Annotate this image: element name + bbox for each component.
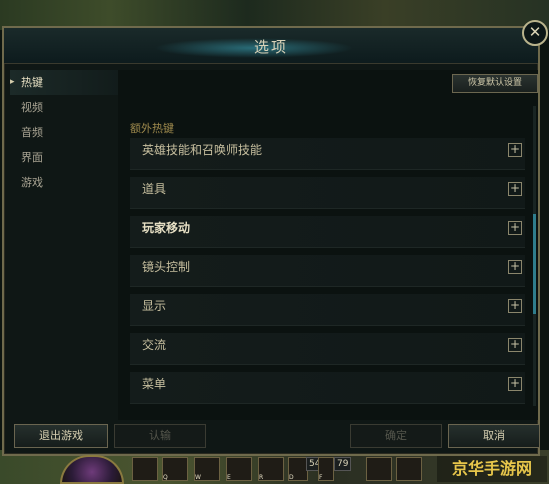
sidebar-item-game[interactable]: 游戏 — [10, 170, 118, 195]
sidebar-item-label: 音频 — [21, 126, 43, 139]
counter-b: 79 — [334, 457, 352, 471]
hotkey-group-label: 显示 — [142, 299, 167, 313]
hotkey-group-label: 道具 — [142, 182, 167, 196]
item-slot — [132, 457, 158, 481]
ability-slot-e: E — [226, 457, 252, 481]
section-label: 额外热键 — [130, 122, 174, 135]
titlebar: 选项 — [4, 28, 538, 64]
ability-slot-w: W — [194, 457, 220, 481]
expand-plus-icon[interactable]: + — [508, 377, 522, 391]
sidebar-item-hotkeys[interactable]: ▸ 热键 — [10, 70, 118, 95]
ability-key-label: D — [289, 474, 294, 481]
ability-key-label: E — [227, 474, 231, 481]
hotkey-group-label: 英雄技能和召唤师技能 — [142, 143, 263, 157]
item-slot — [366, 457, 392, 481]
hotkey-group-row[interactable]: 英雄技能和召唤师技能 + — [130, 138, 525, 170]
expand-plus-icon[interactable]: + — [508, 182, 522, 196]
scrollbar-thumb[interactable] — [533, 214, 536, 314]
item-slot — [396, 457, 422, 481]
chevron-right-icon: ▸ — [10, 77, 15, 87]
hotkeys-panel: 恢复默认设置 额外热键 英雄技能和召唤师技能 + 道具 + 玩家移动 + 镜头控… — [118, 70, 538, 420]
window-title: 选项 — [253, 38, 288, 56]
quit-game-button[interactable]: 退出游戏 — [14, 424, 108, 448]
ability-slot-r: R — [258, 457, 284, 481]
expand-plus-icon[interactable]: + — [508, 221, 522, 235]
options-window: 选项 ▸ 热键 视频 音频 界面 游戏 恢复默认设置 额外热键 英雄技能和召唤师… — [2, 26, 540, 456]
hotkey-group-row[interactable]: 玩家移动 + — [130, 216, 525, 248]
hotkey-group-row[interactable]: 镜头控制 + — [130, 255, 525, 287]
hotkey-group-row[interactable]: 菜单 + — [130, 372, 525, 404]
expand-plus-icon[interactable]: + — [508, 338, 522, 352]
watermark-text: 京华手游网 — [437, 456, 547, 482]
expand-plus-icon[interactable]: + — [508, 260, 522, 274]
hotkey-group-label: 菜单 — [142, 377, 167, 391]
sidebar-item-interface[interactable]: 界面 — [10, 145, 118, 170]
cancel-button[interactable]: 取消 — [448, 424, 540, 448]
sidebar-item-video[interactable]: 视频 — [10, 95, 118, 120]
hotkey-group-row[interactable]: 交流 + — [130, 333, 525, 365]
hotkey-group-label: 玩家移动 — [142, 221, 191, 235]
ability-key-label: F — [319, 474, 323, 481]
close-icon[interactable]: ✕ — [522, 20, 548, 46]
reset-defaults-button[interactable]: 恢复默认设置 — [452, 74, 538, 93]
champion-portrait — [60, 455, 124, 484]
hotkey-group-row[interactable]: 道具 + — [130, 177, 525, 209]
hotkey-group-row[interactable]: 显示 + — [130, 294, 525, 326]
sidebar-item-label: 热键 — [21, 76, 43, 89]
ability-key-label: W — [195, 474, 201, 481]
ability-key-label: R — [259, 474, 264, 481]
ability-slot-q: Q — [162, 457, 188, 481]
expand-plus-icon[interactable]: + — [508, 299, 522, 313]
sidebar-item-label: 视频 — [21, 101, 43, 114]
ok-button[interactable]: 确定 — [350, 424, 442, 448]
summoner-slot-d: D — [288, 457, 308, 481]
expand-plus-icon[interactable]: + — [508, 143, 522, 157]
ability-key-label: Q — [163, 474, 168, 481]
hotkey-group-label: 镜头控制 — [142, 260, 191, 274]
sidebar-item-audio[interactable]: 音频 — [10, 120, 118, 145]
sidebar-item-label: 界面 — [21, 151, 43, 164]
surrender-button[interactable]: 认输 — [114, 424, 206, 448]
options-sidebar: ▸ 热键 视频 音频 界面 游戏 — [10, 70, 118, 420]
hotkey-group-label: 交流 — [142, 338, 167, 352]
summoner-slot-f: F — [318, 457, 334, 481]
sidebar-item-label: 游戏 — [21, 176, 43, 189]
